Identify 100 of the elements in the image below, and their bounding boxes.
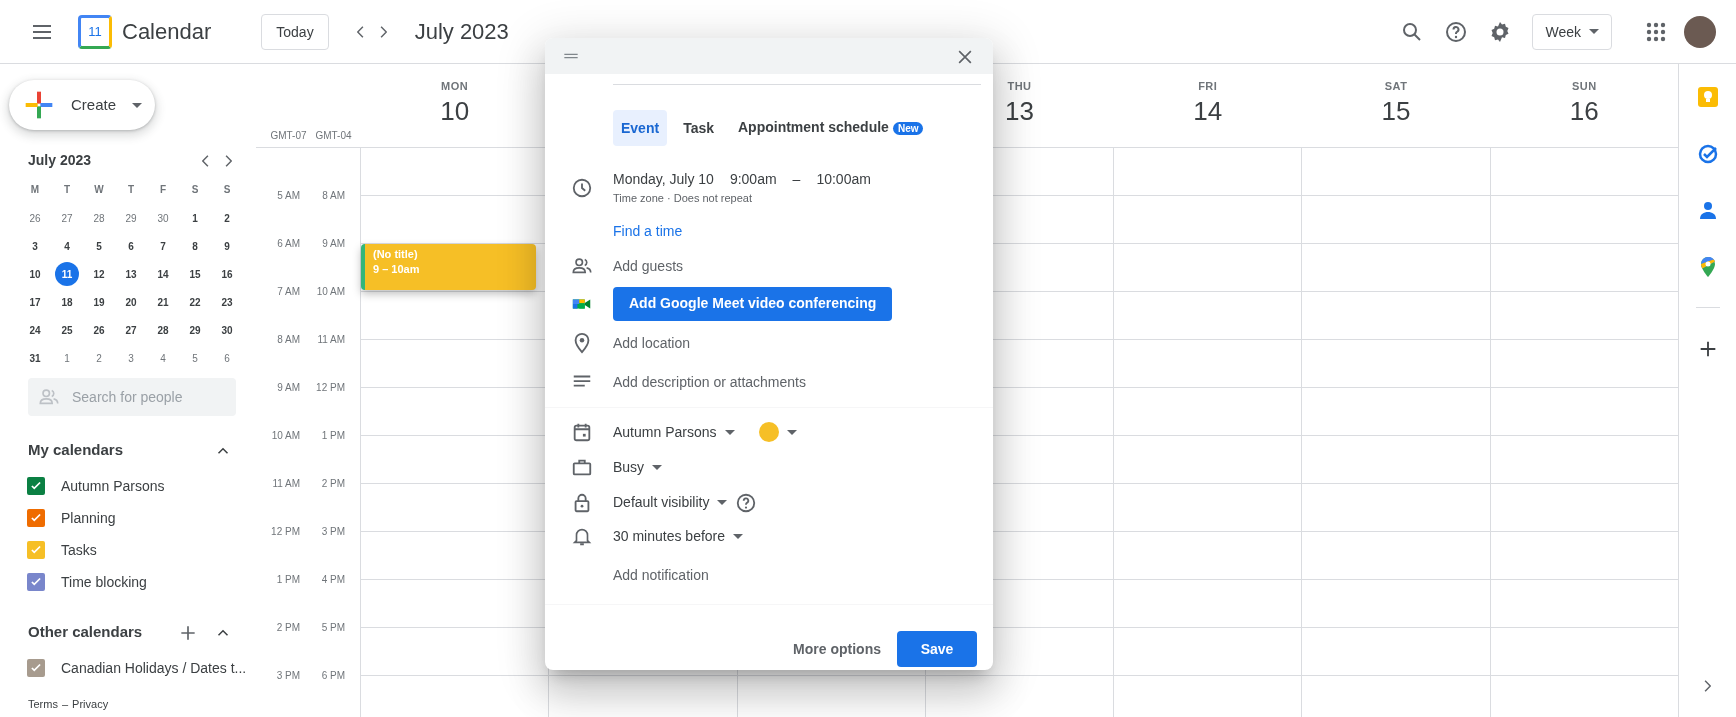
hour-label: 11 AM	[316, 333, 345, 347]
app-title: Calendar	[122, 18, 212, 46]
day-date[interactable]: 10	[440, 94, 470, 129]
day-number[interactable]: 5	[183, 346, 207, 370]
availability-selector[interactable]: Busy	[613, 456, 663, 478]
day-number[interactable]: 1	[183, 206, 207, 230]
day-number[interactable]: 1	[55, 346, 79, 370]
day-number[interactable]: 3	[23, 234, 47, 258]
day-number[interactable]: 5	[87, 234, 111, 258]
day-number[interactable]: 14	[151, 262, 175, 286]
hour-label: 9 AM	[321, 237, 345, 251]
add-description-field[interactable]: Add description or attachments	[613, 371, 806, 393]
timezone-label: GMT-07	[270, 129, 307, 143]
lightbulb-icon	[1695, 84, 1720, 109]
hour-label: 1 PM	[320, 429, 345, 443]
hour-label: 5 PM	[320, 621, 345, 635]
search-field[interactable]: Search for people	[28, 378, 236, 416]
weekday-label: T	[126, 183, 136, 197]
day-number[interactable]: 2	[87, 346, 111, 370]
day-number[interactable]: 29	[183, 318, 207, 342]
day-number[interactable]: 16	[215, 262, 239, 286]
day-number[interactable]: 6	[215, 346, 239, 370]
day-number[interactable]: 17	[23, 290, 47, 314]
caret-down-icon	[733, 533, 744, 539]
day-number[interactable]: 12	[87, 262, 111, 286]
reminder-selector[interactable]: 30 minutes before	[613, 525, 744, 547]
day-number[interactable]: 8	[183, 234, 207, 258]
day-number[interactable]: 30	[215, 318, 239, 342]
tab[interactable]: Task	[675, 110, 722, 146]
help-icon[interactable]	[735, 491, 758, 514]
day-number[interactable]: 3	[119, 346, 143, 370]
calendar-checkbox[interactable]	[27, 541, 45, 559]
day-number[interactable]: 30	[151, 206, 175, 230]
day-number[interactable]: 9	[215, 234, 239, 258]
calendar-selector[interactable]: Autumn Parsons	[613, 421, 735, 443]
day-number[interactable]: 19	[87, 290, 111, 314]
avatar[interactable]	[1684, 15, 1716, 48]
day-date[interactable]: 15	[1381, 94, 1411, 129]
day-date[interactable]: 13	[1005, 94, 1034, 129]
day-number[interactable]: 28	[87, 206, 111, 230]
day-number[interactable]: 20	[119, 290, 143, 314]
day-number[interactable]: 4	[151, 346, 175, 370]
day-number[interactable]: 2	[215, 206, 239, 230]
view-selector[interactable]: Week	[1532, 13, 1612, 50]
day-number[interactable]: 18	[55, 290, 79, 314]
calendar-name[interactable]: Time blocking	[61, 571, 147, 593]
calendar-name[interactable]: Planning	[61, 507, 116, 529]
calendar-name[interactable]: Tasks	[61, 539, 97, 561]
day-number[interactable]: 27	[119, 318, 143, 342]
meet-button[interactable]: Add Google Meet video conferencing	[613, 286, 893, 321]
start-time[interactable]: 9:00am	[729, 169, 777, 190]
tab[interactable]: Event	[613, 110, 668, 146]
calendar-checkbox[interactable]	[27, 573, 45, 591]
add-location-field[interactable]: Add location	[613, 332, 691, 354]
day-number[interactable]: 21	[151, 290, 175, 314]
day-number[interactable]: 15	[183, 262, 207, 286]
calendar-name[interactable]: Canadian Holidays / Dates t...	[61, 657, 247, 679]
weekday-label: F	[158, 183, 168, 197]
tab[interactable]: Appointment schedule New	[730, 109, 932, 147]
day-number[interactable]: 28	[151, 318, 175, 342]
date-text[interactable]: Monday, July 10	[613, 169, 714, 190]
day-number[interactable]: 26	[87, 318, 111, 342]
add-notification-button[interactable]: Add notification	[613, 564, 709, 586]
create-button[interactable]: Create	[9, 80, 155, 130]
calendar-checkbox[interactable]	[27, 509, 45, 527]
day-number[interactable]: 29	[119, 206, 143, 230]
recurrence-text[interactable]: Time zone · Does not repeat	[613, 190, 871, 207]
day-number[interactable]: 22	[183, 290, 207, 314]
day-number[interactable]: 24	[23, 318, 47, 342]
today-button[interactable]: Today	[261, 13, 329, 50]
add-guests-field[interactable]: Add guests	[613, 255, 684, 277]
day-date[interactable]: 14	[1193, 94, 1223, 129]
calendar-checkbox[interactable]	[27, 477, 45, 495]
day-number[interactable]: 4	[55, 234, 79, 258]
privacy-link[interactable]: Privacy	[72, 696, 109, 713]
section-title: Other calendars	[28, 621, 144, 642]
day-number[interactable]: 11	[55, 262, 79, 286]
color-selector[interactable]	[758, 422, 797, 442]
day-number[interactable]: 25	[55, 318, 79, 342]
calendar-checkbox[interactable]	[27, 659, 45, 677]
more-options-button[interactable]: More options	[785, 630, 889, 668]
day-number[interactable]: 27	[55, 206, 79, 230]
day-number[interactable]: 26	[23, 206, 47, 230]
save-button[interactable]: Save	[897, 631, 977, 667]
day-number[interactable]: 31	[23, 346, 47, 370]
end-time[interactable]: 10:00am	[816, 169, 871, 190]
weekday-label: S	[222, 183, 232, 197]
day-number[interactable]: 10	[23, 262, 47, 286]
day-number[interactable]: 13	[119, 262, 143, 286]
day-date[interactable]: 16	[1569, 94, 1599, 129]
day-number[interactable]: 7	[151, 234, 175, 258]
day-number[interactable]: 23	[215, 290, 239, 314]
event-time: 9 – 10am	[373, 262, 421, 277]
find-time-link[interactable]: Find a time	[613, 220, 683, 242]
visibility-selector[interactable]: Default visibility	[613, 492, 728, 513]
hour-label: 10 AM	[315, 285, 345, 299]
terms-link[interactable]: Terms	[28, 696, 58, 713]
day-number[interactable]: 6	[119, 234, 143, 258]
chevron-left-icon	[356, 26, 364, 39]
calendar-name[interactable]: Autumn Parsons	[61, 475, 165, 497]
